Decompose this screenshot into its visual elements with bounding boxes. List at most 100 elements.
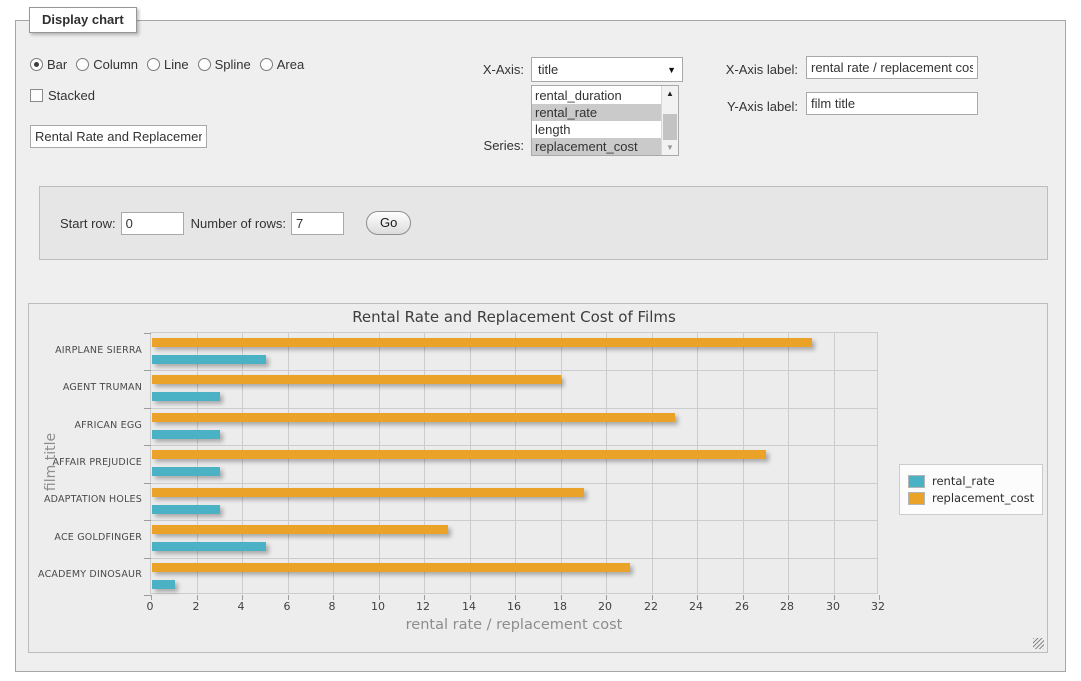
legend-swatch-icon bbox=[908, 492, 925, 505]
gridline-v bbox=[561, 333, 562, 593]
category-label: ADAPTATION HOLES bbox=[37, 494, 142, 505]
chart-type-radio-bar[interactable] bbox=[30, 58, 43, 71]
bar-rental_rate bbox=[152, 467, 220, 476]
x-axis-label-input[interactable] bbox=[806, 56, 978, 79]
x-tick-label: 24 bbox=[676, 600, 716, 613]
chart-title-input[interactable] bbox=[30, 125, 207, 148]
bar-rental_rate bbox=[152, 430, 220, 439]
chart-type-option-area: Area bbox=[260, 57, 304, 72]
bar-replacement_cost bbox=[152, 563, 630, 572]
x-tick-label: 28 bbox=[767, 600, 807, 613]
stacked-row: Stacked bbox=[30, 88, 95, 103]
gridline-h bbox=[151, 520, 877, 521]
chart-type-radio-label: Column bbox=[93, 57, 138, 72]
x-tick-label: 6 bbox=[267, 600, 307, 613]
series-scrollbar[interactable]: ▲ ▼ bbox=[661, 86, 678, 155]
x-tick-label: 10 bbox=[358, 600, 398, 613]
chart-type-radio-line[interactable] bbox=[147, 58, 160, 71]
y-tick-mark bbox=[144, 520, 151, 521]
gridline-h bbox=[151, 558, 877, 559]
number-of-rows-label: Number of rows: bbox=[191, 216, 286, 231]
gridline-v bbox=[606, 333, 607, 593]
bar-rental_rate bbox=[152, 542, 266, 551]
legend-entry-rental_rate: rental_rate bbox=[908, 474, 1034, 488]
gridline-h bbox=[151, 370, 877, 371]
x-tick-label: 18 bbox=[540, 600, 580, 613]
gridline-v bbox=[470, 333, 471, 593]
category-label: ACE GOLDFINGER bbox=[37, 532, 142, 543]
y-tick-mark bbox=[144, 408, 151, 409]
chart-legend: rental_rate replacement_cost bbox=[899, 464, 1043, 515]
chart-type-radio-area[interactable] bbox=[260, 58, 273, 71]
x-tick-label: 30 bbox=[813, 600, 853, 613]
y-tick-mark bbox=[144, 483, 151, 484]
x-tick-label: 32 bbox=[858, 600, 898, 613]
gridline-v bbox=[288, 333, 289, 593]
chart-type-radio-label: Area bbox=[277, 57, 304, 72]
gridline-h bbox=[151, 483, 877, 484]
legend-label: rental_rate bbox=[932, 474, 995, 488]
category-label: AFFAIR PREJUDICE bbox=[37, 457, 142, 468]
chart-type-radio-label: Line bbox=[164, 57, 189, 72]
y-tick-mark bbox=[144, 370, 151, 371]
gridline-v bbox=[697, 333, 698, 593]
gridline-v bbox=[743, 333, 744, 593]
x-tick-label: 8 bbox=[312, 600, 352, 613]
gridline-v bbox=[379, 333, 380, 593]
scrollbar-thumb[interactable] bbox=[663, 114, 677, 140]
y-axis-label-input[interactable] bbox=[806, 92, 978, 115]
number-of-rows-input[interactable] bbox=[291, 212, 344, 235]
bar-replacement_cost bbox=[152, 338, 812, 347]
y-tick-mark bbox=[144, 558, 151, 559]
resize-handle-icon[interactable] bbox=[1033, 638, 1044, 649]
bar-rental_rate bbox=[152, 355, 266, 364]
x-tick-label: 22 bbox=[631, 600, 671, 613]
stacked-checkbox[interactable] bbox=[30, 89, 43, 102]
chart-type-radio-column[interactable] bbox=[76, 58, 89, 71]
x-tick-label: 2 bbox=[176, 600, 216, 613]
category-label: AIRPLANE SIERRA bbox=[37, 345, 142, 356]
series-option-rental_duration[interactable]: rental_duration bbox=[532, 87, 661, 104]
chart-type-radio-spline[interactable] bbox=[198, 58, 211, 71]
chart-type-option-bar: Bar bbox=[30, 57, 67, 72]
x-tick-label: 4 bbox=[221, 600, 261, 613]
series-option-replacement_cost[interactable]: replacement_cost bbox=[532, 138, 661, 155]
legend-entry-replacement_cost: replacement_cost bbox=[908, 491, 1034, 505]
plot-area bbox=[150, 332, 878, 594]
bar-rental_rate bbox=[152, 580, 175, 589]
gridline-v bbox=[515, 333, 516, 593]
bar-replacement_cost bbox=[152, 413, 675, 422]
gridline-v bbox=[333, 333, 334, 593]
y-tick-mark bbox=[144, 595, 151, 596]
chart-x-axis-title: rental rate / replacement cost bbox=[150, 617, 878, 633]
gridline-v bbox=[424, 333, 425, 593]
stacked-label: Stacked bbox=[48, 88, 95, 103]
x-tick-label: 12 bbox=[403, 600, 443, 613]
series-options: rental_durationrental_ratelengthreplacem… bbox=[532, 86, 661, 155]
panel-title: Display chart bbox=[29, 7, 137, 33]
gridline-v bbox=[652, 333, 653, 593]
display-chart-panel: Display chart BarColumnLineSplineArea St… bbox=[15, 20, 1066, 672]
series-listbox[interactable]: rental_durationrental_ratelengthreplacem… bbox=[531, 85, 679, 156]
gridline-h bbox=[151, 408, 877, 409]
bar-replacement_cost bbox=[152, 450, 766, 459]
gridline-v bbox=[788, 333, 789, 593]
category-label: ACADEMY DINOSAUR bbox=[37, 569, 142, 580]
scroll-down-icon[interactable]: ▼ bbox=[662, 140, 678, 155]
series-option-rental_rate[interactable]: rental_rate bbox=[532, 104, 661, 121]
series-caption: Series: bbox=[396, 138, 524, 153]
x-tick-label: 26 bbox=[722, 600, 762, 613]
row-controls-box: Start row: Number of rows: Go bbox=[39, 186, 1048, 260]
series-option-length[interactable]: length bbox=[532, 121, 661, 138]
bar-replacement_cost bbox=[152, 488, 584, 497]
y-axis-label-caption: Y-Axis label: bbox=[646, 99, 798, 114]
chart-type-option-column: Column bbox=[76, 57, 138, 72]
chart-type-radio-group: Bar Column Line Spline Area bbox=[30, 57, 313, 72]
legend-swatch-icon bbox=[908, 475, 925, 488]
start-row-input[interactable] bbox=[121, 212, 184, 235]
gridline-v bbox=[834, 333, 835, 593]
chart-type-radio-label: Spline bbox=[215, 57, 251, 72]
x-tick-label: 20 bbox=[585, 600, 625, 613]
go-button[interactable]: Go bbox=[366, 211, 411, 235]
chart-type-option-line: Line bbox=[147, 57, 189, 72]
